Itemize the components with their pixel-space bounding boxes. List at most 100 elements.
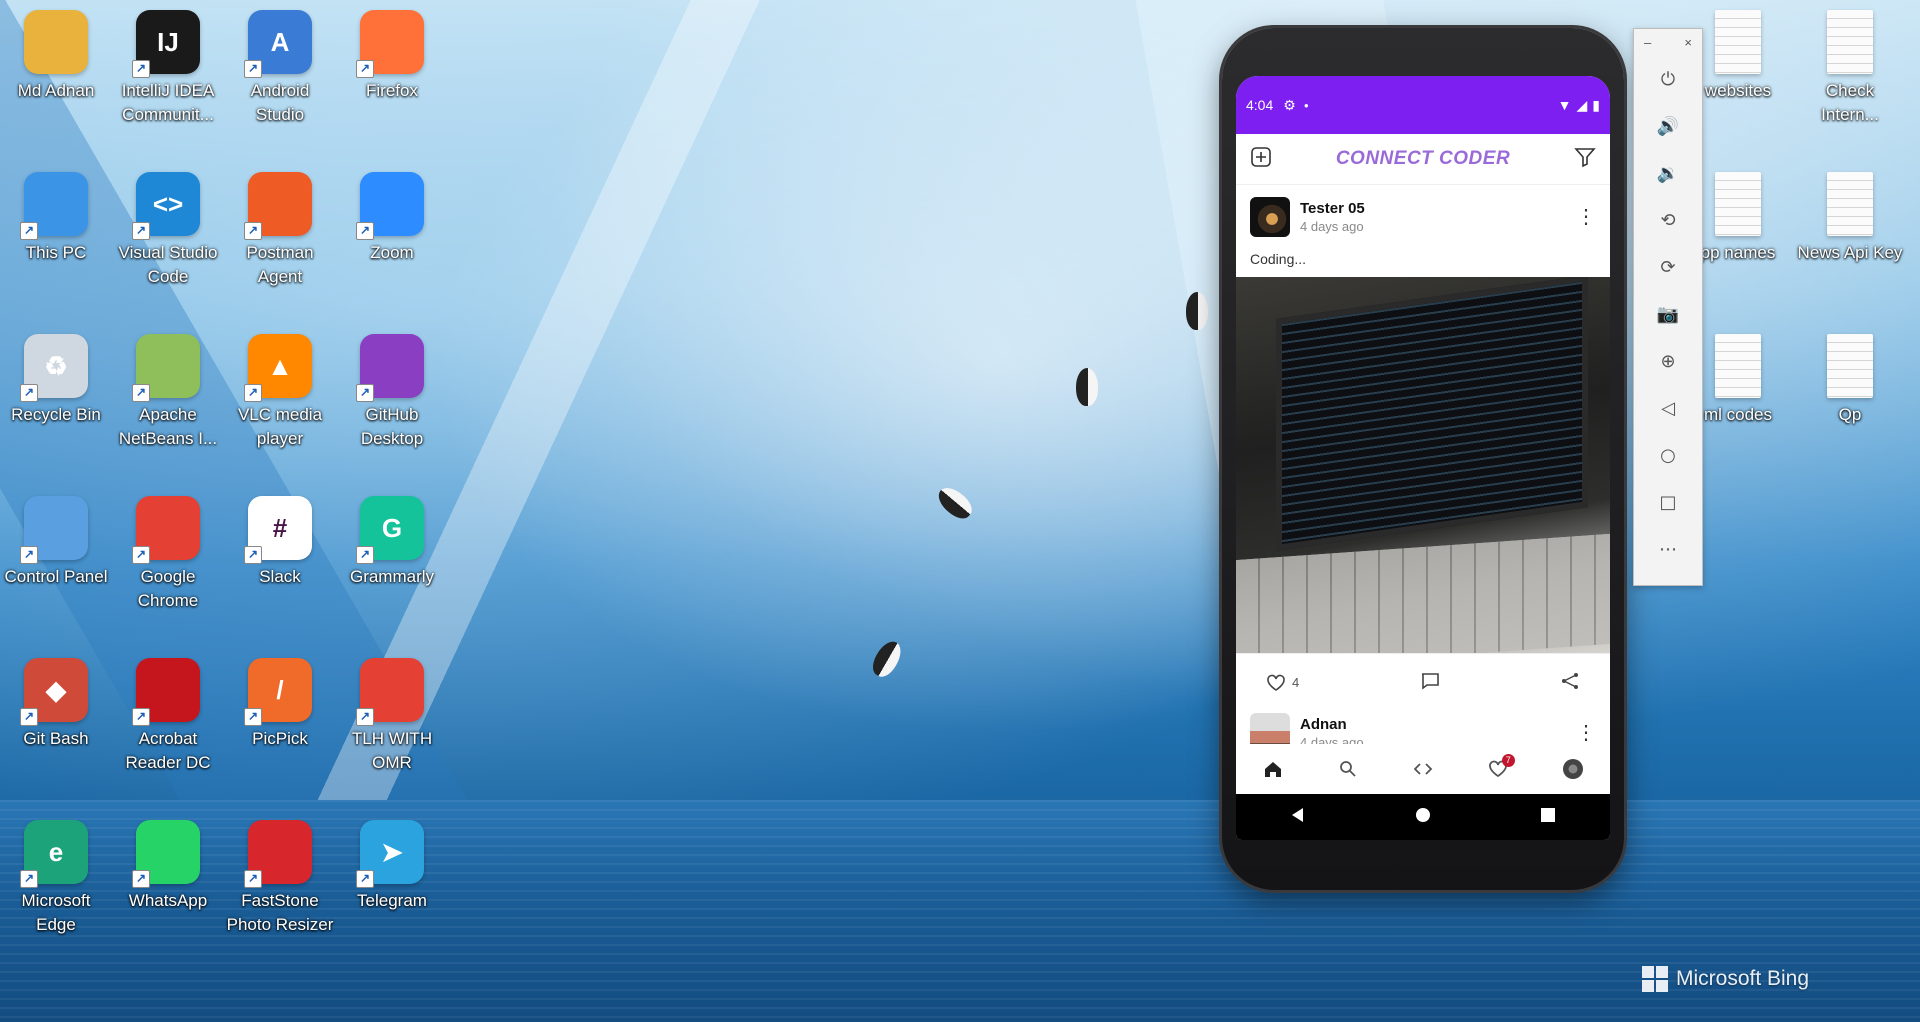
desktop-shortcut[interactable]: IJ ↗ IntelliJ IDEA Communit... bbox=[114, 10, 222, 127]
desktop-shortcut-label: Microsoft Edge bbox=[21, 891, 91, 934]
shortcut-arrow-icon: ↗ bbox=[132, 60, 150, 78]
like-button[interactable]: 4 bbox=[1266, 674, 1299, 692]
notification-dot-icon: ● bbox=[1303, 100, 1309, 110]
desktop-file[interactable]: Check Intern... bbox=[1796, 10, 1904, 127]
desktop-shortcut[interactable]: ◆ ↗ Git Bash bbox=[2, 658, 110, 751]
penguin-decoration bbox=[1186, 292, 1208, 330]
file-icon bbox=[1715, 334, 1761, 398]
camera-icon: 📷 bbox=[1656, 304, 1680, 325]
rotate-left-icon: ⟲ bbox=[1660, 210, 1676, 231]
desktop-shortcut[interactable]: ↗ FastStone Photo Resizer bbox=[226, 820, 334, 937]
emulator-volume-up-button[interactable]: 🔊 bbox=[1634, 103, 1702, 150]
desktop-shortcut[interactable]: ↗ Google Chrome bbox=[114, 496, 222, 613]
desktop-shortcut[interactable]: ➤ ↗ Telegram bbox=[338, 820, 446, 913]
desktop-shortcut[interactable]: # ↗ Slack bbox=[226, 496, 334, 589]
file-icon bbox=[1715, 10, 1761, 74]
desktop-shortcut[interactable]: ♻ ↗ Recycle Bin bbox=[2, 334, 110, 427]
post-author[interactable]: Adnan bbox=[1300, 716, 1364, 733]
tab-notifications[interactable]: 7 bbox=[1483, 754, 1515, 784]
post-options-icon[interactable]: ⋮ bbox=[1576, 207, 1596, 227]
laptop-screen-photo bbox=[1276, 277, 1588, 551]
emulator-rotate-left-button[interactable]: ⟲ bbox=[1634, 197, 1702, 244]
emulator-volume-down-button[interactable]: 🔉 bbox=[1634, 150, 1702, 197]
desktop-shortcut[interactable]: ↗ GitHub Desktop bbox=[338, 334, 446, 451]
desktop-shortcut[interactable]: <> ↗ Visual Studio Code bbox=[114, 172, 222, 289]
desktop-shortcut-label: Postman Agent bbox=[246, 243, 314, 286]
acrobat-icon: ↗ bbox=[132, 658, 200, 726]
vscode-icon: <> ↗ bbox=[132, 172, 200, 240]
emulator-power-button[interactable]: ⏻ bbox=[1634, 56, 1702, 103]
desktop-shortcut[interactable]: / ↗ PicPick bbox=[226, 658, 334, 751]
shortcut-arrow-icon: ↗ bbox=[132, 546, 150, 564]
back-icon: ◁ bbox=[1661, 398, 1675, 419]
emulator-camera-button[interactable]: 📷 bbox=[1634, 291, 1702, 338]
shortcut-arrow-icon: ↗ bbox=[132, 708, 150, 726]
shortcut-arrow-icon: ↗ bbox=[244, 870, 262, 888]
desktop-shortcut[interactable]: ↗ Postman Agent bbox=[226, 172, 334, 289]
comment-button[interactable] bbox=[1420, 672, 1440, 693]
nav-back-icon[interactable] bbox=[1290, 807, 1306, 828]
tab-search[interactable] bbox=[1333, 754, 1363, 784]
desktop-shortcut[interactable]: ↗ Control Panel bbox=[2, 496, 110, 589]
rotate-right-icon: ⟳ bbox=[1660, 257, 1676, 278]
picpick-icon: / ↗ bbox=[244, 658, 312, 726]
nav-home-icon[interactable] bbox=[1415, 807, 1431, 828]
overview-icon: □ bbox=[1659, 492, 1677, 513]
desktop-shortcut[interactable]: ↗ This PC bbox=[2, 172, 110, 265]
battery-icon: ▮ bbox=[1592, 96, 1600, 113]
close-button[interactable]: × bbox=[1684, 35, 1692, 50]
tab-home[interactable] bbox=[1258, 754, 1288, 784]
desktop-shortcut[interactable]: Md Adnan bbox=[2, 10, 110, 103]
desktop-file[interactable]: News Api Key bbox=[1796, 172, 1904, 265]
desktop-shortcut-label: GitHub Desktop bbox=[360, 405, 424, 448]
filter-icon[interactable] bbox=[1574, 146, 1596, 173]
nav-recents-icon[interactable] bbox=[1540, 807, 1556, 828]
desktop-shortcut[interactable]: ↗ TLH WITH OMR bbox=[338, 658, 446, 775]
add-post-icon[interactable] bbox=[1250, 146, 1272, 173]
post-options-icon[interactable]: ⋮ bbox=[1576, 723, 1596, 743]
desktop-shortcut[interactable]: ↗ Acrobat Reader DC bbox=[114, 658, 222, 775]
desktop-shortcut-label: Visual Studio Code bbox=[118, 243, 218, 286]
desktop-shortcut[interactable]: A ↗ Android Studio bbox=[226, 10, 334, 127]
emulator-rotate-right-button[interactable]: ⟳ bbox=[1634, 244, 1702, 291]
android-studio-icon: A ↗ bbox=[244, 10, 312, 78]
github-icon: ↗ bbox=[356, 334, 424, 402]
desktop-shortcut[interactable]: ↗ Firefox bbox=[338, 10, 446, 103]
heart-icon bbox=[1267, 674, 1285, 691]
android-emulator-phone: 4:04 ⚙ ● ▼ ◢ ▮ CONNECT CODER Tester 05 4… bbox=[1222, 28, 1624, 890]
app-title: CONNECT CODER bbox=[1335, 148, 1511, 169]
telegram-icon: ➤ ↗ bbox=[356, 820, 424, 888]
emulator-back-button[interactable]: ◁ bbox=[1634, 385, 1702, 432]
control-panel-icon: ↗ bbox=[20, 496, 88, 564]
like-count: 4 bbox=[1292, 675, 1300, 690]
tab-code[interactable] bbox=[1408, 754, 1438, 784]
shortcut-arrow-icon: ↗ bbox=[244, 60, 262, 78]
desktop-shortcut[interactable]: ↗ Zoom bbox=[338, 172, 446, 265]
desktop-file[interactable]: Qp bbox=[1796, 334, 1904, 427]
shortcut-arrow-icon: ↗ bbox=[244, 546, 262, 564]
desktop-shortcut[interactable]: ▲ ↗ VLC media player bbox=[226, 334, 334, 451]
tab-profile[interactable] bbox=[1558, 754, 1588, 784]
desktop-shortcut[interactable]: ↗ Apache NetBeans I... bbox=[114, 334, 222, 451]
postman-icon: ↗ bbox=[244, 172, 312, 240]
whatsapp-icon: ↗ bbox=[132, 820, 200, 888]
home-icon: ○ bbox=[1660, 445, 1676, 466]
emulator-zoom-button[interactable]: ⊕ bbox=[1634, 338, 1702, 385]
laptop-keyboard-photo bbox=[1236, 533, 1610, 653]
post-image[interactable] bbox=[1236, 277, 1610, 653]
minimize-button[interactable]: – bbox=[1644, 35, 1651, 50]
desktop-shortcut[interactable]: G ↗ Grammarly bbox=[338, 496, 446, 589]
shortcut-arrow-icon: ↗ bbox=[244, 384, 262, 402]
emulator-overview-button[interactable]: □ bbox=[1634, 479, 1702, 526]
desktop-shortcut[interactable]: ↗ WhatsApp bbox=[114, 820, 222, 913]
emulator-home-button[interactable]: ○ bbox=[1634, 432, 1702, 479]
status-time: 4:04 bbox=[1246, 97, 1274, 113]
file-icon bbox=[1827, 334, 1873, 398]
post-author[interactable]: Tester 05 bbox=[1300, 200, 1365, 217]
avatar[interactable] bbox=[1250, 197, 1290, 237]
desktop-shortcut[interactable]: e ↗ Microsoft Edge bbox=[2, 820, 110, 937]
vlc-icon: ▲ ↗ bbox=[244, 334, 312, 402]
share-button[interactable] bbox=[1560, 672, 1580, 693]
emulator-more-button[interactable]: ⋯ bbox=[1634, 526, 1702, 573]
shortcut-arrow-icon: ↗ bbox=[244, 708, 262, 726]
